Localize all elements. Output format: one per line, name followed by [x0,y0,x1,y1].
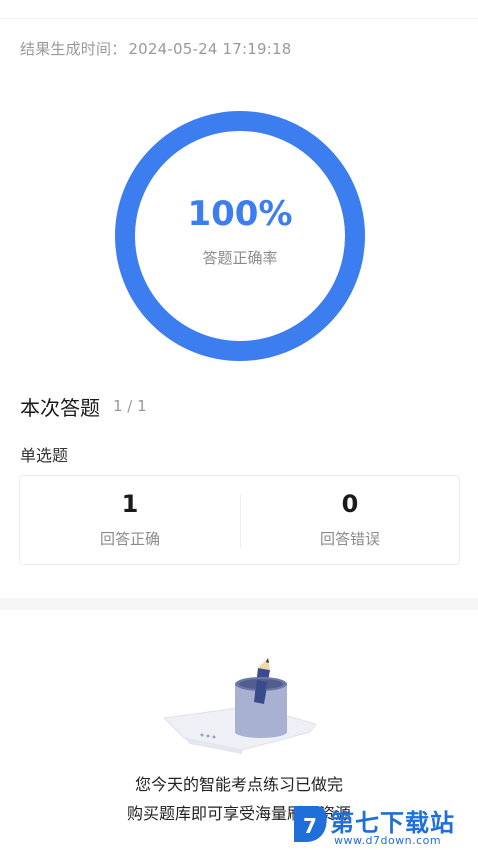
pencil-cup-paper-icon [160,640,320,760]
watermark-url: www.d7down.com [334,834,442,847]
top-divider [0,18,478,19]
session-title: 本次答题 [20,396,100,420]
empty-state-message: 您今天的智能考点练习已做完 [134,775,343,794]
d7-logo-icon: 7 [290,802,330,846]
wrong-count: 0 [341,490,359,518]
question-type-label: 单选题 [20,446,69,465]
wrong-label: 回答错误 [319,530,380,548]
correct-stat: 1 回答正确 [20,476,240,566]
ring-progress [115,111,365,361]
correct-count: 1 [121,490,139,518]
accuracy-ring-svg [115,111,365,361]
svg-text:7: 7 [303,814,317,838]
result-timestamp: 结果生成时间： 2024-05-24 17:19:18 [20,38,292,59]
timestamp-label: 结果生成时间： [20,40,127,58]
stats-card: 1 回答正确 0 回答错误 [19,475,460,565]
timestamp-value: 2024-05-24 17:19:18 [128,40,292,58]
section-separator [0,598,478,610]
watermark: 7 第七下载站 www.d7down.com [290,800,478,850]
accuracy-percent: 100% [187,194,293,234]
correct-label: 回答正确 [99,530,160,548]
watermark-title: 第七下载站 [330,809,455,837]
accuracy-ring [109,110,371,362]
wrong-stat: 0 回答错误 [240,476,460,566]
accuracy-label: 答题正确率 [202,249,278,267]
session-count: 1 / 1 [113,397,147,415]
